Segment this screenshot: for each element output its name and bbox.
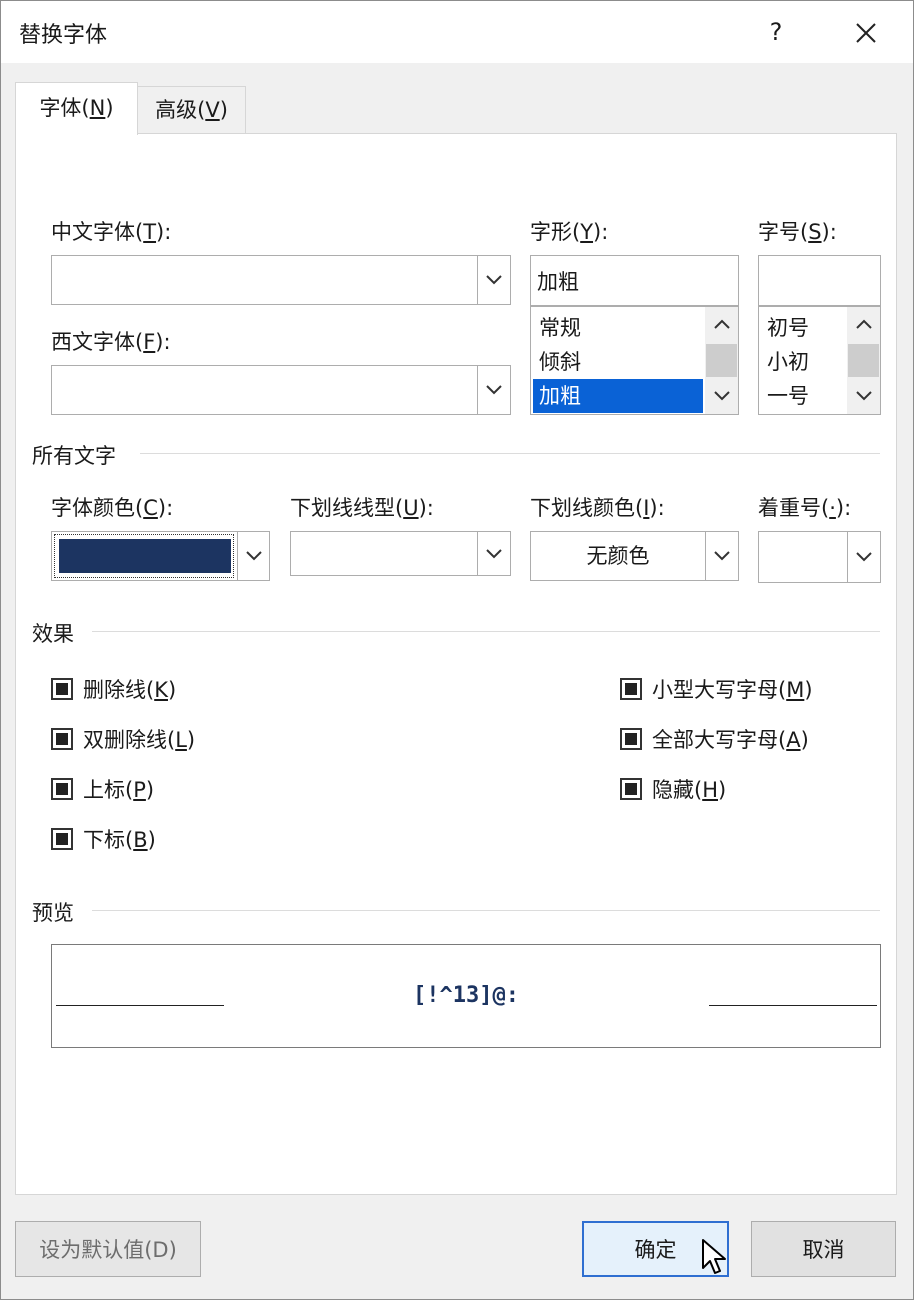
list-item[interactable]: 常规 — [533, 311, 703, 345]
close-icon — [856, 22, 876, 43]
checkbox-label: 下标(B) — [83, 828, 156, 852]
group-divider — [92, 910, 880, 911]
checkbox-label: 删除线(K) — [83, 678, 177, 702]
chevron-up-icon[interactable] — [856, 319, 872, 329]
cancel-button[interactable]: 取消 — [751, 1221, 896, 1277]
chevron-down-icon — [486, 275, 502, 285]
font-size-listbox[interactable]: 初号 小初 一号 — [758, 306, 881, 415]
group-divider — [140, 453, 880, 454]
western-font-label: 西文字体(F): — [51, 330, 171, 354]
font-style-input[interactable]: 加粗 — [530, 255, 739, 306]
list-item[interactable]: 小初 — [761, 345, 845, 379]
dialog-title: 替换字体 — [19, 23, 108, 48]
underline-color-dropdown-button[interactable] — [705, 532, 738, 580]
font-color-picker[interactable] — [51, 531, 270, 581]
underline-color-value: 无颜色 — [586, 544, 650, 568]
font-style-value: 加粗 — [537, 270, 579, 294]
mouse-cursor-icon — [702, 1239, 726, 1274]
underline-style-combobox[interactable] — [290, 531, 511, 576]
chevron-up-icon[interactable] — [714, 319, 730, 329]
chinese-font-label: 中文字体(T): — [51, 220, 172, 244]
ok-button-label: 确定 — [634, 1238, 677, 1262]
font-style-scrollbar[interactable] — [705, 307, 738, 414]
tab-font[interactable]: 字体(N) — [15, 82, 138, 135]
font-size-input[interactable] — [758, 255, 881, 306]
font-color-dropdown-button[interactable] — [237, 532, 269, 580]
checkbox-label: 小型大写字母(M) — [652, 678, 813, 702]
tab-font-label: 字体(N) — [39, 96, 114, 120]
list-item[interactable]: 初号 — [761, 311, 845, 345]
checkbox-indeterminate[interactable] — [620, 778, 642, 800]
help-icon: ? — [769, 18, 783, 46]
checkbox-label: 上标(P) — [83, 778, 155, 802]
emphasis-mark-dropdown-button[interactable] — [847, 532, 880, 582]
list-item-selected[interactable]: 加粗 — [533, 379, 703, 413]
checkbox-indeterminate[interactable] — [51, 778, 73, 800]
preview-rule-right — [709, 1005, 877, 1006]
chevron-down-icon[interactable] — [714, 391, 730, 401]
title-bar: 替换字体 ? — [1, 1, 913, 63]
emphasis-mark-label: 着重号(·): — [758, 496, 852, 520]
chinese-font-dropdown-button[interactable] — [477, 256, 510, 304]
preview-group-title: 预览 — [32, 901, 74, 925]
all-text-group-title: 所有文字 — [32, 444, 116, 468]
chevron-down-icon — [486, 385, 502, 395]
western-font-combobox[interactable] — [51, 365, 511, 415]
effects-group-title: 效果 — [32, 622, 74, 646]
font-color-swatch — [59, 539, 231, 573]
small-caps-checkbox[interactable]: 小型大写字母(M) — [620, 674, 813, 704]
chevron-down-icon — [714, 551, 730, 561]
checkbox-label: 隐藏(H) — [652, 778, 727, 802]
checkbox-label: 全部大写字母(A) — [652, 728, 809, 752]
strikethrough-checkbox[interactable]: 删除线(K) — [51, 674, 176, 704]
underline-style-dropdown-button[interactable] — [477, 532, 510, 575]
list-item[interactable]: 倾斜 — [533, 345, 703, 379]
close-button[interactable] — [843, 7, 889, 57]
emphasis-mark-combobox[interactable] — [758, 531, 881, 583]
underline-color-picker[interactable]: 无颜色 — [530, 531, 739, 581]
underline-style-label: 下划线线型(U): — [290, 496, 434, 520]
western-font-dropdown-button[interactable] — [477, 366, 510, 414]
all-caps-checkbox[interactable]: 全部大写字母(A) — [620, 724, 809, 754]
chevron-down-icon — [245, 551, 262, 561]
scrollbar-thumb[interactable] — [848, 344, 879, 377]
chinese-font-combobox[interactable] — [51, 255, 511, 305]
checkbox-indeterminate[interactable] — [51, 678, 73, 700]
hidden-checkbox[interactable]: 隐藏(H) — [620, 774, 726, 804]
list-item[interactable]: 一号 — [761, 379, 845, 413]
tab-advanced[interactable]: 高级(V) — [137, 86, 246, 133]
font-size-scrollbar[interactable] — [847, 307, 880, 414]
checkbox-indeterminate[interactable] — [620, 728, 642, 750]
group-divider — [92, 631, 880, 632]
subscript-checkbox[interactable]: 下标(B) — [51, 824, 156, 854]
tab-advanced-label: 高级(V) — [155, 98, 228, 122]
help-button[interactable]: ? — [753, 7, 799, 57]
font-color-label: 字体颜色(C): — [51, 496, 174, 520]
font-size-label: 字号(S): — [758, 220, 837, 244]
checkbox-indeterminate[interactable] — [51, 728, 73, 750]
scrollbar-thumb[interactable] — [706, 344, 737, 377]
underline-color-label: 下划线颜色(I): — [530, 496, 665, 520]
checkbox-indeterminate[interactable] — [620, 678, 642, 700]
double-strikethrough-checkbox[interactable]: 双删除线(L) — [51, 724, 195, 754]
superscript-checkbox[interactable]: 上标(P) — [51, 774, 154, 804]
checkbox-label: 双删除线(L) — [83, 728, 196, 752]
chevron-down-icon — [856, 552, 872, 562]
checkbox-indeterminate[interactable] — [51, 828, 73, 850]
preview-box: [!^13]@: — [51, 944, 881, 1048]
chevron-down-icon[interactable] — [856, 391, 872, 401]
chevron-down-icon — [486, 548, 502, 558]
font-style-label: 字形(Y): — [530, 220, 609, 244]
font-style-listbox[interactable]: 常规 倾斜 加粗 — [530, 306, 739, 415]
set-default-button[interactable]: 设为默认值(D) — [15, 1221, 201, 1277]
